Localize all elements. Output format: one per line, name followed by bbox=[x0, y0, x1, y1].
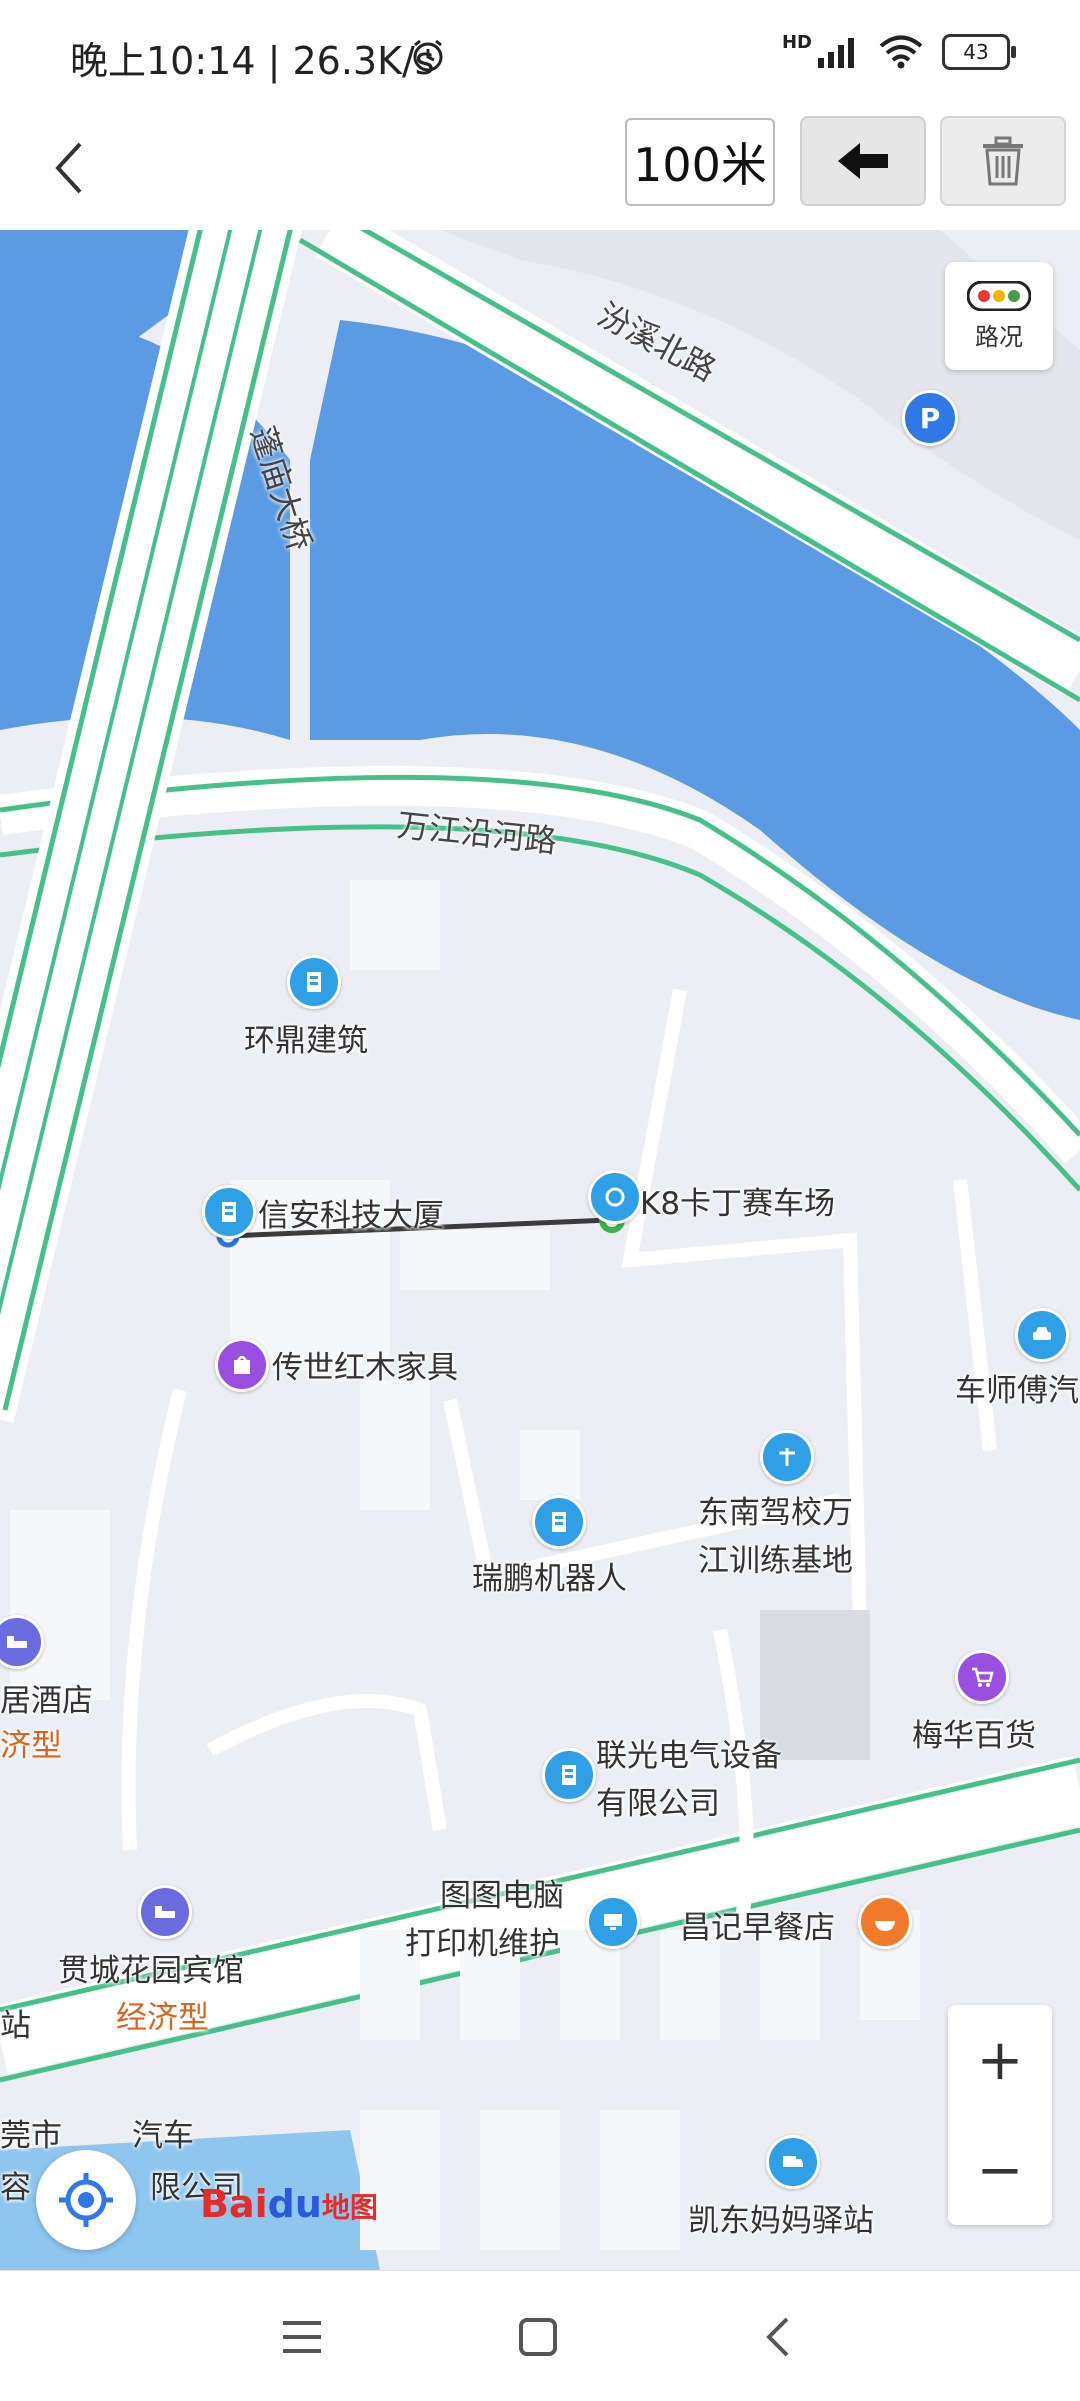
battery-indicator: 43 bbox=[942, 34, 1016, 70]
home-square-icon bbox=[519, 2318, 557, 2356]
poi-label-guancheng[interactable]: 贯城花园宾馆 bbox=[58, 1945, 244, 1990]
home-button[interactable] bbox=[508, 2307, 568, 2367]
zoom-out-button[interactable]: − bbox=[948, 2115, 1052, 2225]
poi-label-lianguang-2[interactable]: 有限公司 bbox=[596, 1778, 720, 1823]
trash-icon bbox=[983, 136, 1023, 186]
undo-button[interactable] bbox=[800, 116, 926, 206]
poi-label-k8[interactable]: K8卡丁赛车场 bbox=[640, 1178, 835, 1223]
food-bowl-icon[interactable] bbox=[858, 1895, 912, 1949]
recent-apps-button[interactable] bbox=[272, 2307, 332, 2367]
distance-readout: 100米 bbox=[625, 118, 775, 206]
poi-label-zhan[interactable]: 站 bbox=[0, 2000, 31, 2045]
poi-label-chuanshi[interactable]: 传世红木家具 bbox=[272, 1342, 458, 1387]
parking-icon[interactable]: P bbox=[902, 390, 958, 446]
poi-label-guancheng-type: 经济型 bbox=[116, 2000, 209, 2036]
zoom-in-button[interactable]: + bbox=[948, 2005, 1052, 2115]
traffic-label: 路况 bbox=[975, 322, 1023, 351]
shopping-cart-icon[interactable] bbox=[955, 1650, 1009, 1704]
poi-label-huanding[interactable]: 环鼎建筑 bbox=[244, 1015, 368, 1060]
alarm-icon bbox=[413, 39, 443, 72]
back-triangle-icon bbox=[766, 2317, 789, 2357]
building-icon[interactable] bbox=[532, 1495, 586, 1549]
poi-label-changji[interactable]: 昌记早餐店 bbox=[680, 1902, 835, 1947]
status-bar: 晚上10:14 | 26.3K/s HD 43 bbox=[0, 0, 1080, 110]
shopping-bag-icon[interactable] bbox=[215, 1338, 269, 1392]
poi-label-tutu-2[interactable]: 打印机维护 bbox=[405, 1918, 560, 1963]
delivery-truck-icon[interactable] bbox=[766, 2135, 820, 2189]
baidu-map-logo: Baidu地图 bbox=[200, 2182, 378, 2226]
chevron-left-icon bbox=[55, 142, 82, 194]
logo-text: Bai bbox=[200, 2182, 268, 2226]
poi-label-kaidong[interactable]: 凯东妈妈驿站 bbox=[688, 2195, 874, 2240]
poi-label-auto-3[interactable]: 容 bbox=[0, 2162, 31, 2207]
logo-paw: du bbox=[267, 2182, 322, 2226]
driving-school-icon[interactable] bbox=[760, 1430, 814, 1484]
hotel-icon[interactable] bbox=[138, 1885, 192, 1939]
logo-suffix: 地图 bbox=[321, 2191, 378, 2224]
poi-label-dongnan-2[interactable]: 江训练基地 bbox=[698, 1535, 853, 1580]
menu-icon bbox=[283, 2321, 321, 2353]
system-navigation-bar bbox=[0, 2270, 1080, 2401]
arrow-left-icon bbox=[838, 143, 888, 179]
delete-button[interactable] bbox=[940, 116, 1066, 206]
measure-toolbar: 100米 bbox=[0, 110, 1080, 230]
wifi-icon bbox=[879, 35, 923, 69]
sport-venue-icon[interactable] bbox=[588, 1170, 642, 1224]
building-icon[interactable] bbox=[542, 1748, 596, 1802]
poi-label-auto-1[interactable]: 莞市 bbox=[0, 2110, 62, 2155]
zoom-controls: + − bbox=[948, 2005, 1052, 2225]
building-icon[interactable] bbox=[287, 955, 341, 1009]
poi-label-lianguang-1[interactable]: 联光电气设备 bbox=[596, 1730, 782, 1775]
back-nav-button[interactable] bbox=[748, 2307, 808, 2367]
poi-label-cheshifu[interactable]: 车师傅汽 bbox=[955, 1365, 1079, 1410]
poi-label-xinan[interactable]: 信安科技大厦 bbox=[258, 1190, 444, 1235]
traffic-toggle-button[interactable]: 路况 bbox=[945, 262, 1053, 370]
poi-label-hotel1-name[interactable]: 居酒店 bbox=[0, 1675, 93, 1720]
building-icon[interactable] bbox=[202, 1185, 256, 1239]
poi-label-tutu-1[interactable]: 图图电脑 bbox=[440, 1870, 564, 1915]
hd-label: HD bbox=[781, 31, 812, 53]
locate-button[interactable] bbox=[36, 2150, 136, 2250]
poi-label-hotel1-type: 济型 bbox=[0, 1728, 62, 1764]
poi-label-meihua[interactable]: 梅华百货 bbox=[912, 1710, 1036, 1755]
poi-label-ruipeng[interactable]: 瑞鹏机器人 bbox=[472, 1553, 627, 1598]
poi-label-dongnan-1[interactable]: 东南驾校万 bbox=[698, 1487, 853, 1532]
map-view[interactable]: 蓬庙大桥 汾溪北路 万江沿河路 环鼎建筑 信安科技大厦 K8卡丁赛车场 传世红木… bbox=[0, 230, 1080, 2270]
traffic-light-icon bbox=[967, 280, 1031, 311]
status-time-speed: 晚上10:14 | 26.3K/s bbox=[70, 39, 435, 83]
computer-repair-icon[interactable] bbox=[586, 1895, 640, 1949]
car-service-icon[interactable] bbox=[1015, 1308, 1069, 1362]
back-button[interactable] bbox=[30, 128, 110, 208]
locate-crosshair-icon bbox=[59, 2173, 113, 2227]
poi-label-auto-2[interactable]: 汽车 bbox=[132, 2110, 194, 2155]
signal-icon bbox=[818, 38, 854, 68]
